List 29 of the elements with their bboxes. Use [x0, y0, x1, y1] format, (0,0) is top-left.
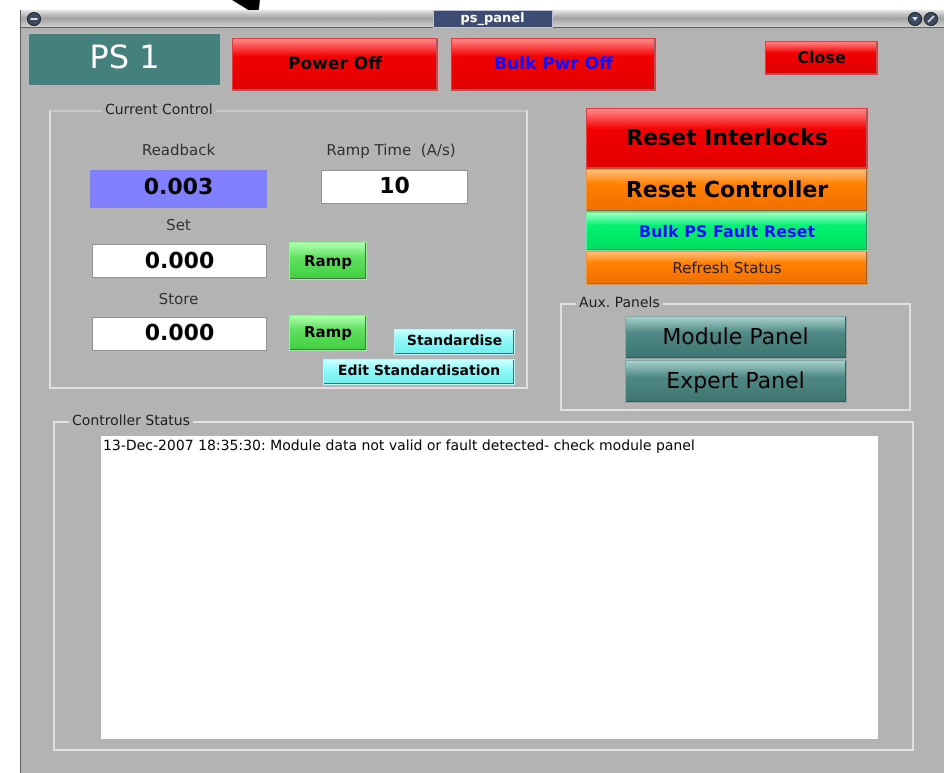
- readback-label: Readback: [140, 140, 216, 161]
- maximize-icon[interactable]: [924, 12, 938, 26]
- action-button[interactable]: Power Off: [232, 38, 438, 91]
- group-title: Current Control: [104, 101, 214, 120]
- action-button[interactable]: Reset Controller: [586, 169, 868, 212]
- ramp-time-field[interactable]: 10: [321, 170, 468, 204]
- minimize-icon[interactable]: [27, 12, 41, 26]
- store-label: Store: [158, 289, 200, 310]
- action-button[interactable]: Bulk PS Fault Reset: [586, 212, 868, 251]
- readback-value: 0.003: [90, 170, 267, 208]
- action-button[interactable]: Reset Interlocks: [586, 108, 868, 169]
- set-field[interactable]: 0.000: [92, 244, 267, 278]
- window-title: ps_panel: [432, 10, 552, 28]
- dropdown-icon[interactable]: [908, 12, 922, 26]
- edit-standardisation-button[interactable]: Edit Standardisation: [323, 358, 515, 384]
- panel-name: PS 1: [29, 34, 220, 85]
- ramp-button[interactable]: Ramp: [289, 242, 367, 280]
- ramp-time-label: Ramp Time (A/s): [325, 140, 457, 161]
- standardise-button[interactable]: Standardise: [394, 328, 515, 354]
- panel-button[interactable]: Expert Panel: [624, 360, 846, 403]
- group-title: Aux. Panels: [578, 294, 661, 313]
- panel-button[interactable]: Module Panel: [624, 316, 846, 359]
- set-label: Set: [165, 214, 192, 236]
- ramp-button[interactable]: Ramp: [289, 314, 367, 350]
- status-message: 13-Dec-2007 18:35:30: Module data not valid or fault detected- check module panel: [103, 437, 696, 456]
- action-button[interactable]: Close: [765, 41, 878, 75]
- group-title: Controller Status: [71, 412, 191, 431]
- action-button[interactable]: Refresh Status: [586, 251, 868, 285]
- store-field[interactable]: 0.000: [92, 316, 267, 350]
